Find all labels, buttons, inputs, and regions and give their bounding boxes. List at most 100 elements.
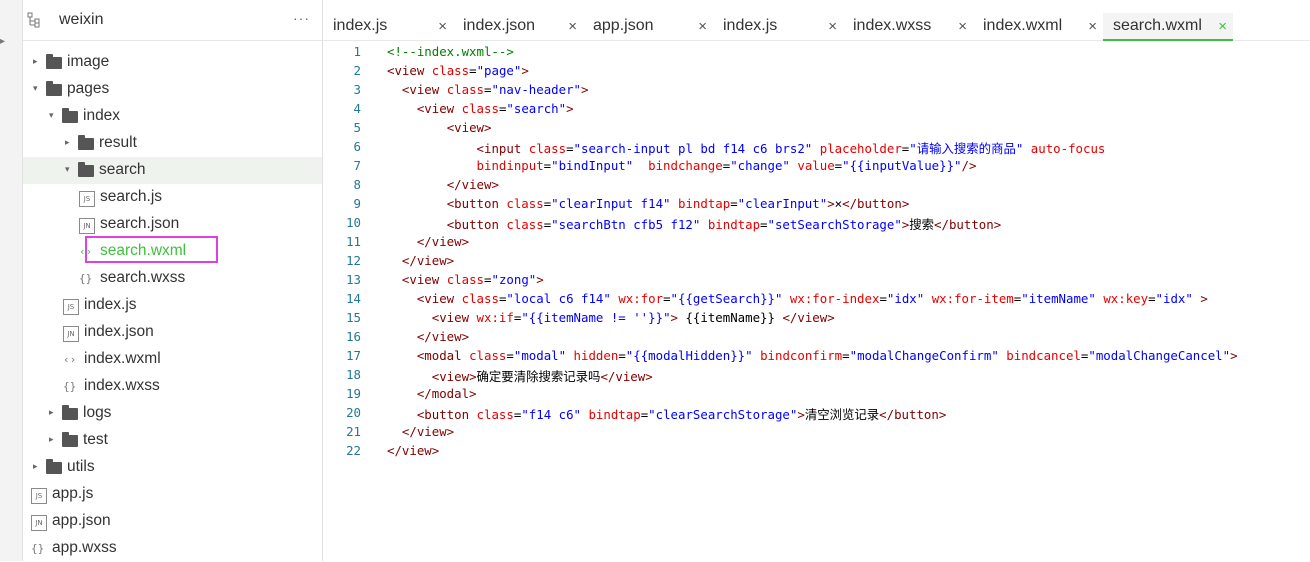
folder-item[interactable]: ▸ utils: [23, 454, 322, 481]
editor-tab[interactable]: index.wxss ×: [843, 13, 973, 40]
code-token: <view: [416, 101, 455, 116]
code-token: >: [521, 63, 529, 78]
editor-tab[interactable]: index.wxml ×: [973, 13, 1103, 40]
code-token: >: [566, 101, 574, 116]
tab-label: index.js: [333, 17, 388, 34]
tree-view-icon[interactable]: [27, 12, 41, 28]
folder-item[interactable]: ▾ index: [23, 103, 322, 130]
file-item[interactable]: ‹› index.wxml: [23, 346, 322, 373]
js-file-icon: JS: [79, 191, 95, 207]
close-tab-icon[interactable]: ×: [1088, 18, 1097, 35]
code-text: <view class="nav-header">: [387, 82, 589, 97]
tree-item-label: logs: [83, 404, 112, 421]
code-token: {{itemName}}: [678, 310, 783, 325]
chevron-down-icon[interactable]: ▾: [65, 164, 70, 175]
editor-tab[interactable]: search.wxml ×: [1103, 13, 1233, 41]
editor-tab[interactable]: index.json ×: [453, 13, 583, 40]
editor-tab[interactable]: index.js ×: [713, 13, 843, 40]
code-token: wx:if: [476, 310, 514, 325]
wxss-file-icon: {}: [63, 380, 77, 393]
folder-item[interactable]: ▸ test: [23, 427, 322, 454]
chevron-right-icon[interactable]: ▸: [33, 461, 38, 472]
file-item[interactable]: JN search.json: [23, 211, 322, 238]
file-item[interactable]: {} index.wxss: [23, 373, 322, 400]
code-line: 5 <view>: [323, 118, 1310, 137]
close-tab-icon[interactable]: ×: [568, 18, 577, 35]
code-text: <view>: [387, 120, 492, 135]
code-token: <modal: [416, 348, 462, 363]
folder-item[interactable]: ▾ search: [23, 157, 322, 184]
code-line: 18 <view>确定要清除搜索记录吗</view>: [323, 365, 1310, 384]
code-token: "page": [476, 63, 522, 78]
folder-icon: [46, 459, 62, 474]
chevron-down-icon[interactable]: ▾: [49, 110, 54, 121]
code-line: 22 </view>: [323, 441, 1310, 460]
code-token: auto-focus: [1030, 141, 1106, 156]
close-tab-icon[interactable]: ×: [958, 18, 967, 35]
line-number: 16: [346, 329, 361, 344]
more-options-icon[interactable]: ···: [293, 10, 310, 26]
code-token: =: [879, 291, 887, 306]
file-item[interactable]: JS app.js: [23, 481, 322, 508]
code-token: class: [506, 217, 544, 232]
close-tab-icon[interactable]: ×: [438, 18, 447, 35]
tab-label: app.json: [593, 17, 654, 34]
code-token: "itemName": [1021, 291, 1096, 306]
code-token: "clearInput": [737, 196, 828, 211]
file-item[interactable]: {} search.wxss: [23, 265, 322, 292]
code-text: <view class="local c6 f14" wx:for="{{get…: [387, 291, 1208, 306]
code-token: =: [730, 196, 738, 211]
code-token: class: [461, 291, 499, 306]
code-line: 6 <input class="search-input pl bd f14 c…: [323, 137, 1310, 156]
code-line: 19 </modal>: [323, 384, 1310, 403]
folder-item[interactable]: ▸ image: [23, 49, 322, 76]
chevron-right-icon[interactable]: ▸: [33, 56, 38, 67]
collapse-arrow-icon[interactable]: ▸: [0, 36, 5, 47]
line-number: 19: [346, 386, 361, 401]
editor-tab[interactable]: index.js ×: [323, 13, 453, 40]
code-token: "clearSearchStorage": [648, 407, 798, 422]
file-item[interactable]: {} app.wxss: [23, 535, 322, 562]
file-item[interactable]: JS search.js: [23, 184, 322, 211]
code-token: </view>: [416, 234, 470, 249]
code-token: bindcancel: [1006, 348, 1081, 363]
file-item[interactable]: JS index.js: [23, 292, 322, 319]
file-item[interactable]: JN app.json: [23, 508, 322, 535]
code-token: <view>: [446, 120, 492, 135]
editor-tab[interactable]: app.json ×: [583, 13, 713, 40]
chevron-right-icon[interactable]: ▸: [49, 407, 54, 418]
chevron-right-icon[interactable]: ▸: [65, 137, 70, 148]
chevron-down-icon[interactable]: ▾: [33, 83, 38, 94]
code-text: <!--index.wxml-->: [387, 44, 514, 59]
file-item[interactable]: JN index.json: [23, 319, 322, 346]
chevron-right-icon[interactable]: ▸: [49, 434, 54, 445]
code-token: >: [1200, 291, 1208, 306]
folder-item[interactable]: ▾ pages: [23, 76, 322, 103]
line-number: 10: [346, 215, 361, 230]
folder-icon: [62, 108, 78, 123]
close-tab-icon[interactable]: ×: [828, 18, 837, 35]
folder-item[interactable]: ▸ result: [23, 130, 322, 157]
close-tab-icon[interactable]: ×: [1218, 18, 1227, 35]
code-line: 17 <modal class="modal" hidden="{{modalH…: [323, 346, 1310, 365]
code-area[interactable]: 1 <!--index.wxml--> 2 <view class="page"> 3 …: [323, 42, 1310, 460]
code-line: 7 bindinput="bindInput" bindchange="chan…: [323, 156, 1310, 175]
folder-item[interactable]: ▸ logs: [23, 400, 322, 427]
code-token: "searchBtn cfb5 f12": [551, 217, 701, 232]
close-tab-icon[interactable]: ×: [698, 18, 707, 35]
code-text: </view>: [387, 177, 499, 192]
code-token: wx:for-index: [789, 291, 880, 306]
code-token: class: [461, 101, 499, 116]
tree-item-label: test: [83, 431, 108, 448]
json-file-icon: JN: [63, 326, 79, 342]
